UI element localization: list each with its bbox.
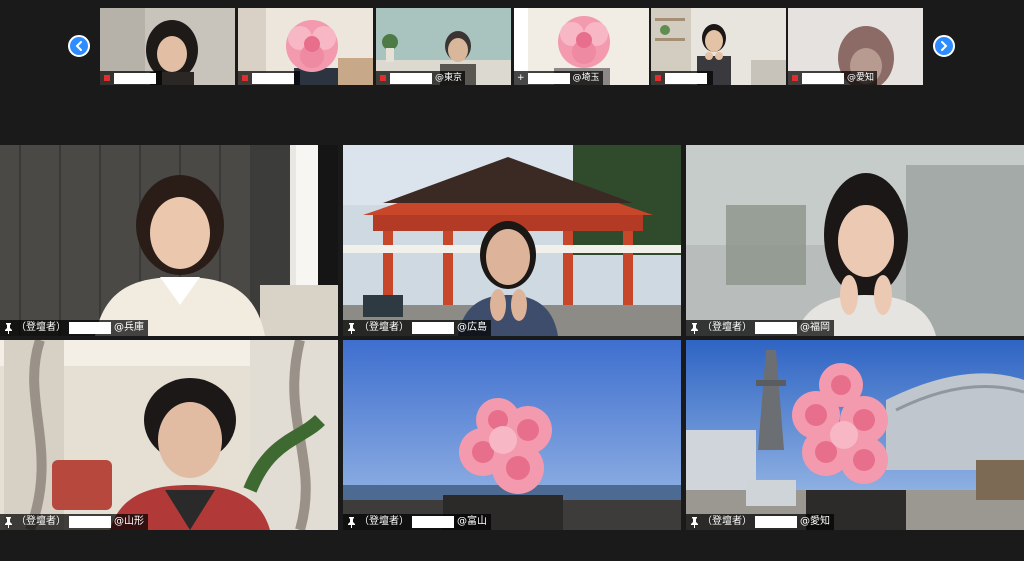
participant-thumbnail[interactable]: @東京 — [376, 8, 511, 85]
redacted-name — [755, 322, 797, 334]
participant-name-label: （登壇者） @富山 — [343, 514, 491, 530]
redacted-name — [665, 72, 707, 84]
participant-name-label: + @埼玉 — [514, 71, 603, 85]
participant-name-label: （登壇者） @兵庫 — [0, 320, 148, 336]
participant-prefix: + — [517, 73, 525, 83]
participant-location: @愛知 — [847, 73, 875, 83]
participant-video-tile[interactable]: （登壇者） @富山 — [343, 340, 681, 530]
pin-icon — [5, 516, 12, 528]
redacted-name — [412, 322, 454, 334]
participant-location: @富山 — [457, 516, 487, 527]
recording-icon — [792, 75, 798, 81]
participant-location: @東京 — [435, 73, 463, 83]
participant-name-label — [100, 71, 162, 85]
pin-icon — [348, 322, 355, 334]
participant-name-label: （登壇者） @山形 — [0, 514, 148, 530]
redacted-name — [802, 72, 844, 84]
redacted-name — [412, 516, 454, 528]
video-feed — [0, 340, 338, 530]
participant-thumbnail[interactable] — [651, 8, 786, 85]
participant-video-tile[interactable]: （登壇者） @広島 — [343, 145, 681, 336]
participant-video-tile[interactable]: （登壇者） @福岡 — [686, 145, 1024, 336]
recording-icon — [655, 75, 661, 81]
next-page-button[interactable] — [933, 35, 955, 57]
redacted-name — [69, 322, 111, 334]
pin-icon — [5, 322, 12, 334]
participant-role: （登壇者） — [16, 322, 66, 333]
participant-role: （登壇者） — [359, 516, 409, 527]
pin-icon — [691, 322, 698, 334]
video-feed — [0, 145, 338, 336]
pin-icon — [348, 516, 355, 528]
participant-location: @広島 — [457, 322, 487, 333]
recording-icon — [104, 75, 110, 81]
participant-name-label: （登壇者） @広島 — [343, 320, 491, 336]
video-feed — [686, 145, 1024, 336]
participant-name-label — [651, 71, 713, 85]
participant-name-label: @愛知 — [788, 71, 878, 85]
redacted-name — [390, 72, 432, 84]
video-feed — [343, 340, 681, 530]
redacted-name — [69, 516, 111, 528]
participant-video-tile[interactable]: （登壇者） @山形 — [0, 340, 338, 530]
flower-sticker — [558, 16, 610, 68]
redacted-name — [755, 516, 797, 528]
participant-thumbnail[interactable] — [238, 8, 373, 85]
participant-location: @兵庫 — [114, 322, 144, 333]
video-feed — [343, 145, 681, 336]
participant-name-label: @東京 — [376, 71, 466, 85]
redacted-name — [252, 72, 294, 84]
participant-location: @福岡 — [800, 322, 830, 333]
recording-icon — [380, 75, 386, 81]
pin-icon — [691, 516, 698, 528]
participant-location: @山形 — [114, 516, 144, 527]
flower-sticker — [286, 20, 338, 72]
participant-thumbnail[interactable] — [100, 8, 235, 85]
participant-video-tile[interactable]: （登壇者） @兵庫 — [0, 145, 338, 336]
participant-thumbnail[interactable]: + @埼玉 — [514, 8, 649, 85]
chevron-right-icon — [941, 41, 948, 51]
participant-name-label: （登壇者） @愛知 — [686, 514, 834, 530]
participant-name-label — [238, 71, 300, 85]
redacted-name — [114, 72, 156, 84]
participant-role: （登壇者） — [16, 516, 66, 527]
video-feed — [686, 340, 1024, 530]
participant-location: @埼玉 — [572, 73, 600, 83]
participant-video-tile[interactable]: （登壇者） @愛知 — [686, 340, 1024, 530]
participant-role: （登壇者） — [359, 322, 409, 333]
previous-page-button[interactable] — [68, 35, 90, 57]
recording-icon — [242, 75, 248, 81]
chevron-left-icon — [75, 41, 82, 51]
participant-location: @愛知 — [800, 516, 830, 527]
participant-name-label: （登壇者） @福岡 — [686, 320, 834, 336]
participant-role: （登壇者） — [702, 322, 752, 333]
redacted-name — [527, 72, 570, 84]
participant-thumbnail[interactable]: @愛知 — [788, 8, 923, 85]
participant-role: （登壇者） — [702, 516, 752, 527]
